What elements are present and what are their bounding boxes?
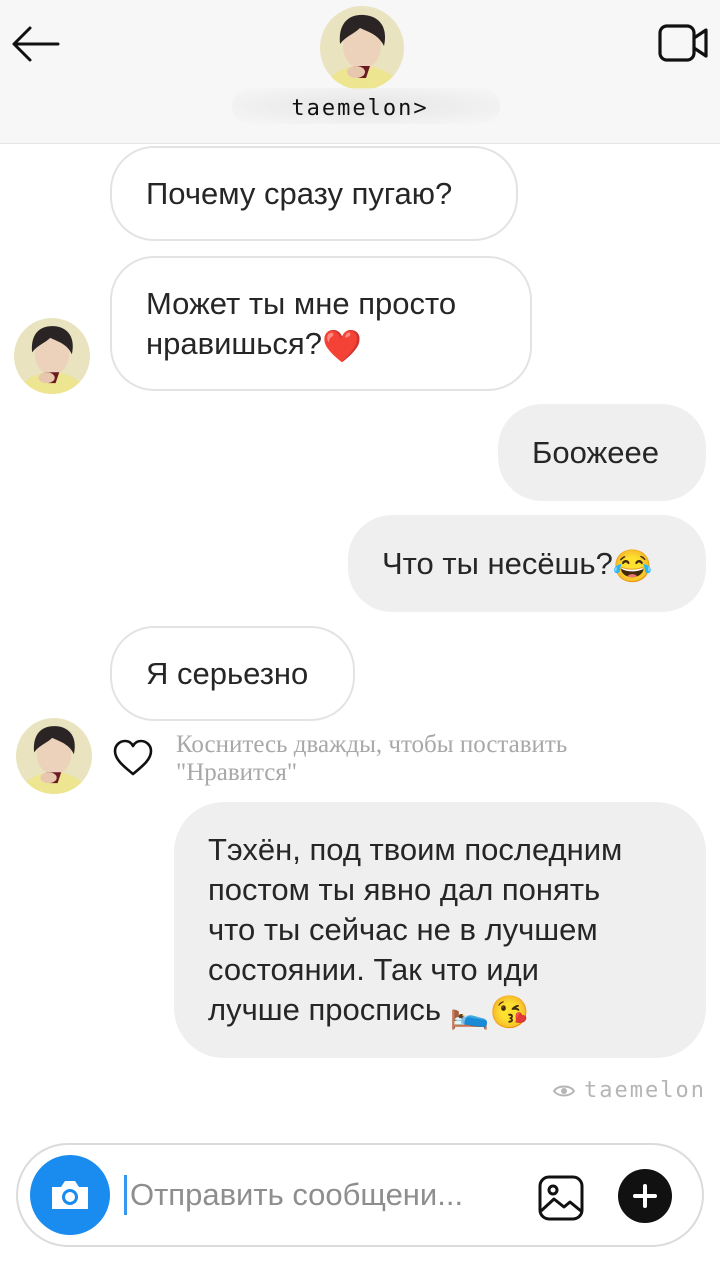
contact-avatar-small[interactable] — [16, 718, 92, 794]
message-bubble-outgoing[interactable]: Тэхён, под твоим последним постом ты явн… — [174, 802, 706, 1058]
heart-outline-icon — [113, 739, 153, 776]
message-bubble-outgoing[interactable]: Что ты несёшь?😂 — [348, 515, 706, 612]
message-bubble-outgoing[interactable]: Боожеее — [498, 404, 706, 501]
message-text-line: нравишься? — [146, 325, 322, 361]
message-bubble-incoming[interactable]: Почему сразу пугаю? — [110, 146, 518, 241]
message-bubble-incoming[interactable]: Может ты мне просто нравишься?❤️ — [110, 256, 532, 391]
video-call-button[interactable] — [656, 20, 712, 68]
header-username[interactable]: taemelon> — [0, 96, 720, 121]
message-bubble-incoming[interactable]: Я серьезно — [110, 626, 355, 721]
message-input[interactable] — [130, 1167, 510, 1223]
message-text-line: постом ты явно дал понять — [208, 872, 601, 907]
eye-icon — [552, 1085, 576, 1096]
message-text-line: состоянии. Так что иди — [208, 952, 539, 987]
like-button[interactable] — [112, 738, 154, 778]
message-text: Боожеее — [532, 434, 659, 470]
message-text-line: лучше проспись — [208, 992, 441, 1027]
back-button[interactable] — [8, 22, 64, 66]
camera-icon — [52, 1181, 88, 1209]
watermark: taemelon — [552, 1078, 706, 1103]
camera-button[interactable] — [30, 1155, 110, 1235]
heart-emoji: ❤️ — [321, 327, 362, 364]
message-text: Я серьезно — [146, 655, 309, 691]
more-button[interactable] — [618, 1169, 672, 1223]
plus-icon — [633, 1184, 657, 1208]
message-text: Что ты несёшь? — [382, 545, 613, 581]
contact-avatar-small[interactable] — [14, 318, 90, 394]
message-text-line: что ты сейчас не в лучшем — [208, 912, 598, 947]
video-camera-icon — [658, 24, 708, 62]
text-caret — [124, 1175, 127, 1215]
gallery-button[interactable] — [536, 1173, 586, 1223]
arrow-left-icon — [12, 26, 60, 62]
message-text-line: Тэхён, под твоим последним — [208, 832, 623, 867]
message-composer — [16, 1143, 704, 1247]
bed-kiss-emoji: 🛌😘 — [449, 994, 530, 1030]
chat-header: taemelon> — [0, 0, 720, 144]
contact-avatar[interactable] — [320, 6, 404, 90]
laughing-emoji: 😂 — [612, 547, 653, 584]
double-tap-hint: Коснитесь дважды, чтобы поставить "Нрави… — [176, 731, 568, 786]
image-icon — [538, 1175, 584, 1221]
message-text: Почему сразу пугаю? — [146, 175, 453, 211]
message-text-line: Может ты мне просто — [146, 285, 457, 321]
